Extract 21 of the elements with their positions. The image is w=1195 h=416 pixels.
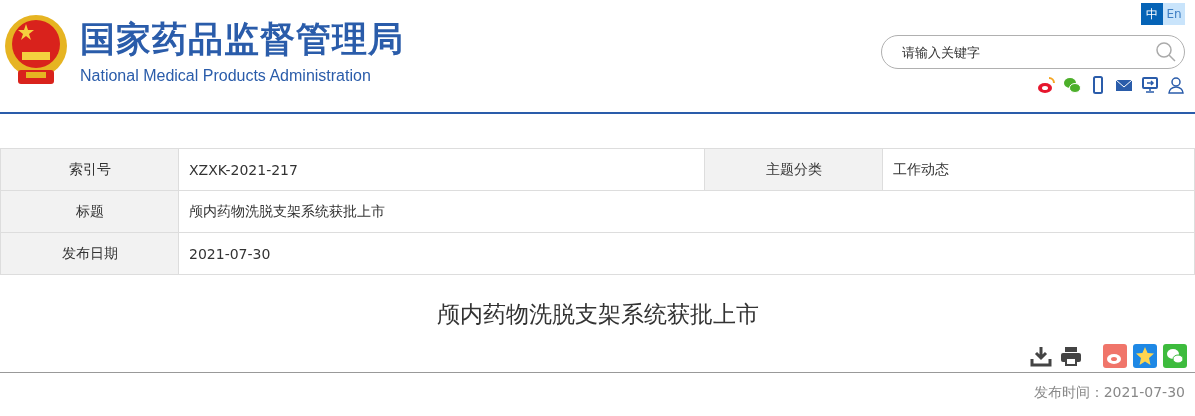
field-value: 2021-07-30 — [178, 232, 1195, 275]
language-tab[interactable]: En — [1163, 3, 1185, 25]
monitor-icon[interactable] — [1141, 76, 1159, 94]
print-icon[interactable] — [1059, 344, 1083, 368]
field-label: 索引号 — [0, 148, 179, 191]
field-label: 标题 — [0, 190, 179, 233]
field-value: 颅内药物洗脱支架系统获批上市 — [178, 190, 1195, 233]
site-title: 国家药品监督管理局 — [80, 17, 404, 61]
language-tab[interactable]: 中 — [1141, 3, 1163, 25]
field-label: 发布日期 — [0, 232, 179, 275]
site-subtitle: National Medical Products Administration — [80, 66, 372, 85]
field-value: XZXK-2021-217 — [178, 148, 705, 191]
article-title: 颅内药物洗脱支架系统获批上市 — [435, 300, 760, 329]
user-icon[interactable] — [1167, 76, 1185, 94]
field-value: 工作动态 — [882, 148, 1195, 191]
star-share-icon[interactable] — [1133, 344, 1157, 368]
chat-icon[interactable] — [1063, 76, 1081, 94]
search-field[interactable]: 请输入关键字 — [881, 35, 1185, 69]
publish-time: 发布时间：2021-07-30 — [1032, 384, 1186, 402]
download-icon[interactable] — [1029, 344, 1053, 368]
field-label: 主题分类 — [704, 148, 883, 191]
